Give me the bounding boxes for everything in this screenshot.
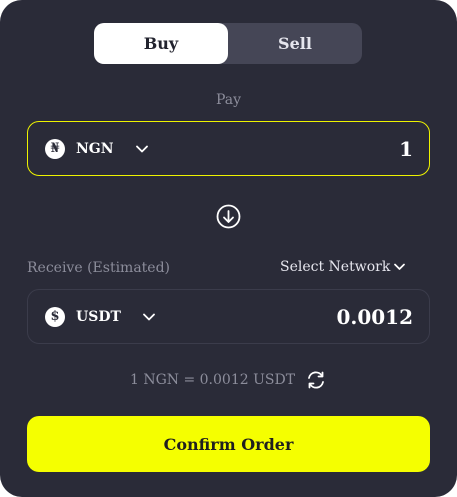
sell-tab[interactable]: Sell [228, 23, 362, 64]
refresh-icon[interactable] [305, 369, 327, 391]
chevron-down-icon [394, 263, 406, 270]
receive-currency-code: USDT [76, 308, 121, 325]
buy-sell-toggle: Buy Sell [94, 23, 362, 64]
select-network-label: Select Network [280, 259, 391, 275]
dollar-icon: $ [45, 306, 65, 327]
buy-tab[interactable]: Buy [94, 23, 228, 64]
receive-field: $ USDT 0.0012 [27, 289, 430, 344]
receive-currency-selector[interactable]: $ USDT [45, 290, 155, 343]
exchange-card: Buy Sell Pay ₦ NGN 1 Receive (Estimated)… [0, 0, 457, 497]
pay-label: Pay [215, 92, 242, 108]
arrow-down-circle-icon[interactable] [216, 204, 241, 229]
chevron-down-icon [142, 311, 155, 323]
select-network-dropdown[interactable]: Select Network [280, 259, 406, 275]
receive-label: Receive (Estimated) [27, 260, 171, 276]
pay-field: ₦ NGN 1 [27, 121, 430, 176]
pay-currency-code: NGN [76, 140, 114, 157]
pay-amount-input[interactable]: 1 [213, 122, 413, 175]
naira-icon: ₦ [45, 138, 65, 159]
receive-amount: 0.0012 [336, 304, 413, 329]
exchange-rate-text: 1 NGN = 0.0012 USDT [129, 372, 296, 388]
pay-currency-selector[interactable]: ₦ NGN [45, 122, 148, 175]
chevron-down-icon [135, 143, 148, 155]
confirm-order-button[interactable]: Confirm Order [27, 416, 430, 472]
exchange-rate: 1 NGN = 0.0012 USDT [0, 369, 457, 391]
